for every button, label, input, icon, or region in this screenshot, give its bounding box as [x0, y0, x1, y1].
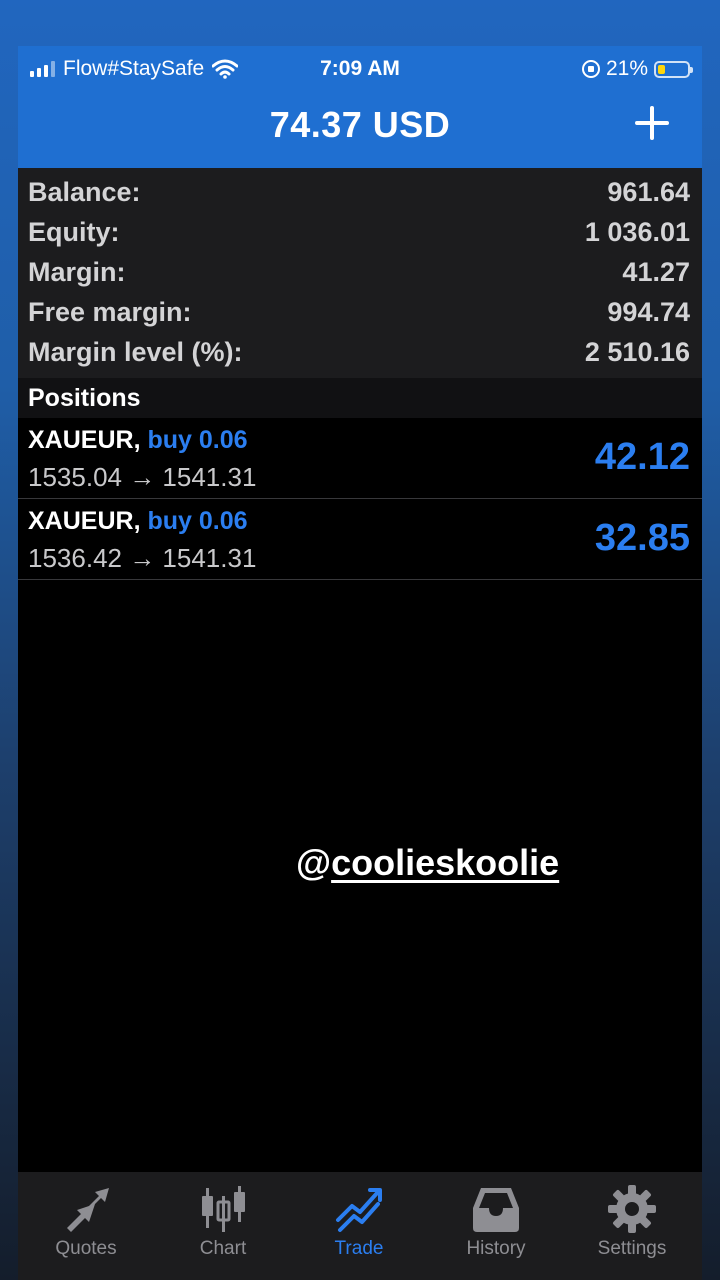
position-prices: 1535.04 → 1541.31: [28, 462, 257, 492]
position-symbol: XAUEUR,: [28, 426, 141, 454]
new-order-button[interactable]: [632, 102, 672, 146]
tab-label: Chart: [199, 1238, 247, 1259]
tab-label: Settings: [597, 1238, 667, 1259]
summary-row-margin: Margin: 41.27: [28, 252, 690, 292]
account-summary: Balance: 961.64 Equity: 1 036.01 Margin:…: [18, 168, 702, 378]
position-profit: 32.85: [594, 517, 690, 559]
tab-chart[interactable]: Chart: [155, 1172, 291, 1280]
battery-icon: [654, 60, 693, 78]
tab-label: Quotes: [55, 1238, 117, 1259]
position-prices: 1536.42 → 1541.31: [28, 543, 257, 573]
positions-header: Positions: [18, 378, 702, 418]
top-bar: Flow#StaySafe 7:09 AM 21% 74.37 USD: [18, 46, 702, 168]
summary-value: 994.74: [607, 296, 690, 327]
position-side: buy 0.06: [147, 426, 248, 454]
tab-settings[interactable]: Settings: [564, 1172, 700, 1280]
trade-trend-icon: [336, 1188, 382, 1232]
position-row[interactable]: XAUEUR, buy 0.06 1536.42 → 1541.31 32.85: [18, 499, 702, 580]
summary-row-balance: Balance: 961.64: [28, 172, 690, 212]
positions-title: Positions: [28, 384, 141, 412]
inbox-history-icon: [473, 1188, 519, 1232]
summary-value: 41.27: [622, 256, 690, 287]
tab-quotes[interactable]: Quotes: [18, 1172, 154, 1280]
candlestick-chart-icon: [202, 1186, 245, 1232]
status-right: 21%: [581, 57, 693, 81]
tab-history[interactable]: History: [428, 1172, 564, 1280]
gear-icon: [608, 1185, 656, 1233]
summary-value: 961.64: [607, 176, 690, 207]
quotes-arrows-icon: [67, 1188, 109, 1232]
app-screen: Flow#StaySafe 7:09 AM 21% 74.37 USD Bala…: [18, 46, 702, 1280]
battery-percent: 21%: [605, 57, 648, 80]
tab-bar: Quotes Chart Trade History Settings: [18, 1172, 702, 1280]
username-watermark: @coolieskoolie: [296, 842, 559, 884]
summary-label: Margin:: [28, 256, 126, 287]
summary-label: Free margin:: [28, 296, 192, 327]
summary-row-free-margin: Free margin: 994.74: [28, 292, 690, 332]
status-bar: Flow#StaySafe 7:09 AM 21%: [18, 46, 702, 92]
summary-value: 2 510.16: [584, 336, 690, 367]
tab-label: Trade: [334, 1238, 384, 1259]
watermark-at: @: [296, 842, 332, 883]
tab-trade[interactable]: Trade: [291, 1172, 427, 1280]
position-info: XAUEUR, buy 0.06: [28, 426, 248, 455]
summary-label: Margin level (%):: [28, 336, 243, 367]
watermark-handle: coolieskoolie: [331, 842, 560, 883]
summary-label: Balance:: [28, 176, 141, 207]
summary-row-margin-level: Margin level (%): 2 510.16: [28, 332, 690, 372]
rotation-lock-icon: [581, 60, 600, 78]
tab-label: History: [466, 1238, 526, 1259]
position-symbol: XAUEUR,: [28, 507, 141, 535]
summary-value: 1 036.01: [584, 216, 690, 247]
position-profit: 42.12: [594, 436, 690, 478]
position-side: buy 0.06: [147, 507, 248, 535]
position-info: XAUEUR, buy 0.06: [28, 507, 248, 536]
summary-label: Equity:: [28, 216, 120, 247]
summary-row-equity: Equity: 1 036.01: [28, 212, 690, 252]
page-title: 74.37 USD: [269, 104, 451, 145]
position-row[interactable]: XAUEUR, buy 0.06 1535.04 → 1541.31 42.12: [18, 418, 702, 499]
